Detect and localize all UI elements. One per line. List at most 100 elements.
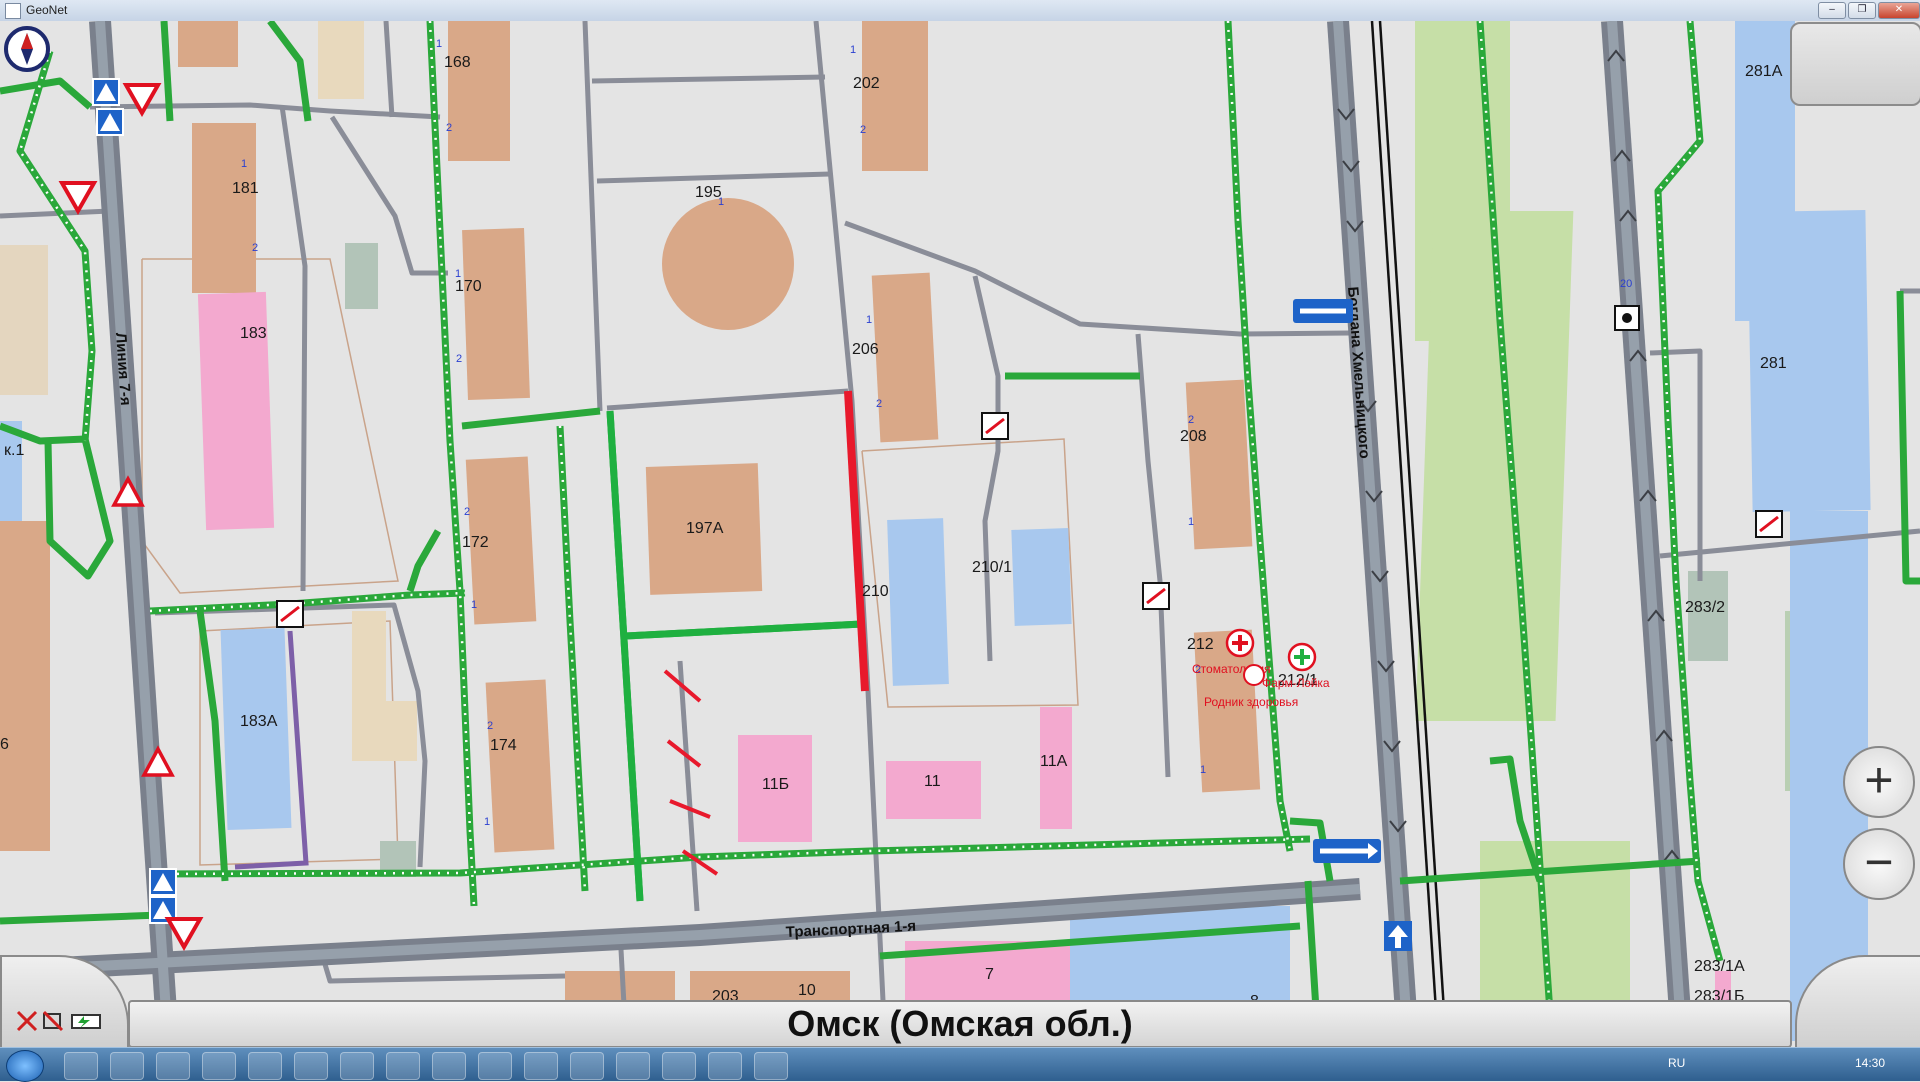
taskbar-app-icon[interactable] [432, 1052, 466, 1080]
taskbar-app-icon[interactable] [524, 1052, 558, 1080]
building-label: 181 [232, 180, 259, 197]
pedestrian-crossing-icon [92, 78, 120, 106]
one-way-sign-icon [1313, 839, 1381, 863]
taskbar-app-icon[interactable] [570, 1052, 604, 1080]
taskbar-app-icon[interactable] [386, 1052, 420, 1080]
building-label: 168 [444, 54, 471, 71]
taskbar-app-icon[interactable] [64, 1052, 98, 1080]
svg-text:2: 2 [446, 122, 452, 134]
svg-text:2: 2 [1188, 414, 1194, 426]
taskbar-app-icon[interactable] [662, 1052, 696, 1080]
city-name: Омск (Омская обл.) [787, 1003, 1133, 1044]
close-button[interactable]: ✕ [1878, 2, 1920, 19]
svg-text:1: 1 [484, 816, 490, 828]
route-green [606, 410, 644, 902]
one-way-sign-icon [1293, 299, 1353, 323]
building-label: 281А [1745, 63, 1783, 80]
taskbar-app-icon[interactable] [156, 1052, 190, 1080]
route-red [844, 390, 869, 692]
minimize-button[interactable]: – [1818, 2, 1846, 19]
poi-label: Родник здоровья [1204, 695, 1298, 709]
pharmacy-icon [1287, 642, 1317, 672]
svg-text:1: 1 [241, 158, 247, 170]
svg-text:1: 1 [866, 314, 872, 326]
barrier-icon [1755, 510, 1783, 538]
buildings-residential [0, 21, 1261, 1042]
park-area [1688, 571, 1728, 661]
taskbar-app-icon[interactable] [110, 1052, 144, 1080]
taskbar-app-icon[interactable] [708, 1052, 742, 1080]
taskbar-app-icon[interactable] [754, 1052, 788, 1080]
building-label: 212 [1187, 636, 1214, 653]
building-label: 202 [853, 75, 880, 92]
city-panel: Омск (Омская обл.) [128, 1000, 1792, 1048]
building-label: 6 [0, 736, 9, 753]
building-label: 183 [240, 325, 267, 342]
window-titlebar: GeoNet – ❐ ✕ [0, 0, 1920, 22]
building-other [352, 701, 417, 761]
app-icon [5, 3, 21, 19]
svg-text:1: 1 [850, 44, 856, 56]
building-label: 7 [985, 966, 994, 983]
building-label: 281 [1760, 355, 1787, 372]
building-label: 208 [1180, 428, 1207, 445]
taskbar-app-icon[interactable] [202, 1052, 236, 1080]
building-label: 210/1 [972, 559, 1012, 576]
building-label: 174 [490, 737, 517, 754]
building-other [0, 245, 48, 395]
window-title: GeoNet [26, 3, 68, 17]
start-button[interactable] [6, 1050, 44, 1082]
language-indicator[interactable]: RU [1668, 1056, 1685, 1070]
clock[interactable]: 14:30 [1855, 1056, 1885, 1070]
status-icons [16, 1010, 101, 1032]
dentist-icon [1243, 664, 1265, 686]
sound-off-icon [42, 1010, 64, 1032]
svg-text:2: 2 [252, 242, 258, 254]
svg-text:2: 2 [876, 398, 882, 410]
svg-text:1: 1 [471, 599, 477, 611]
maximize-button[interactable]: ❐ [1848, 2, 1876, 19]
svg-text:1: 1 [436, 38, 442, 50]
route-green [624, 620, 863, 640]
building-label: 183А [240, 713, 278, 730]
map-view[interactable]: 168 202 181 183 195 170 206 208 197А 172… [0, 21, 1920, 1042]
svg-text:1: 1 [718, 196, 724, 208]
building-label: 283/1А [1694, 958, 1745, 975]
taskbar-app-icon[interactable] [340, 1052, 374, 1080]
taskbar-app-icon[interactable] [294, 1052, 328, 1080]
building-label: 170 [455, 278, 482, 295]
pedestrian-crossing-icon [149, 868, 177, 896]
building-label: 11А [1040, 753, 1068, 770]
svg-text:2: 2 [464, 506, 470, 518]
building-other [318, 21, 364, 99]
one-way-up-icon [1384, 921, 1412, 951]
compass-icon[interactable] [4, 26, 50, 72]
barrier-icon [276, 600, 304, 628]
pedestrian-crossing-icon [96, 108, 124, 136]
building-label: 172 [462, 534, 489, 551]
building-label: 206 [852, 341, 879, 358]
barrier-icon [981, 412, 1009, 440]
building-label: 283/2 [1685, 599, 1725, 616]
building-label: к.1 [4, 442, 24, 459]
barrier-icon [1142, 582, 1170, 610]
svg-text:1: 1 [1188, 516, 1194, 528]
gps-off-icon [16, 1010, 38, 1032]
taskbar-app-icon[interactable] [248, 1052, 282, 1080]
svg-text:2: 2 [487, 720, 493, 732]
battery-icon [71, 1014, 101, 1029]
zoom-in-button[interactable]: + [1843, 746, 1915, 818]
taskbar: RU 14:30 [0, 1047, 1920, 1082]
svg-text:2: 2 [860, 124, 866, 136]
taskbar-app-icon[interactable] [616, 1052, 650, 1080]
yield-sign-icon [164, 917, 204, 952]
poi-label: Фарм-Лэйка [1262, 676, 1330, 690]
svg-text:1: 1 [455, 268, 461, 280]
map-canvas[interactable]: 168 202 181 183 195 170 206 208 197А 172… [0, 21, 1920, 1042]
top-right-panel[interactable] [1790, 22, 1920, 106]
building-label: 11 [924, 773, 941, 790]
building-label: 11Б [762, 776, 789, 793]
park-area [345, 243, 378, 309]
taskbar-app-icon[interactable] [478, 1052, 512, 1080]
zoom-out-button[interactable]: − [1843, 828, 1915, 900]
